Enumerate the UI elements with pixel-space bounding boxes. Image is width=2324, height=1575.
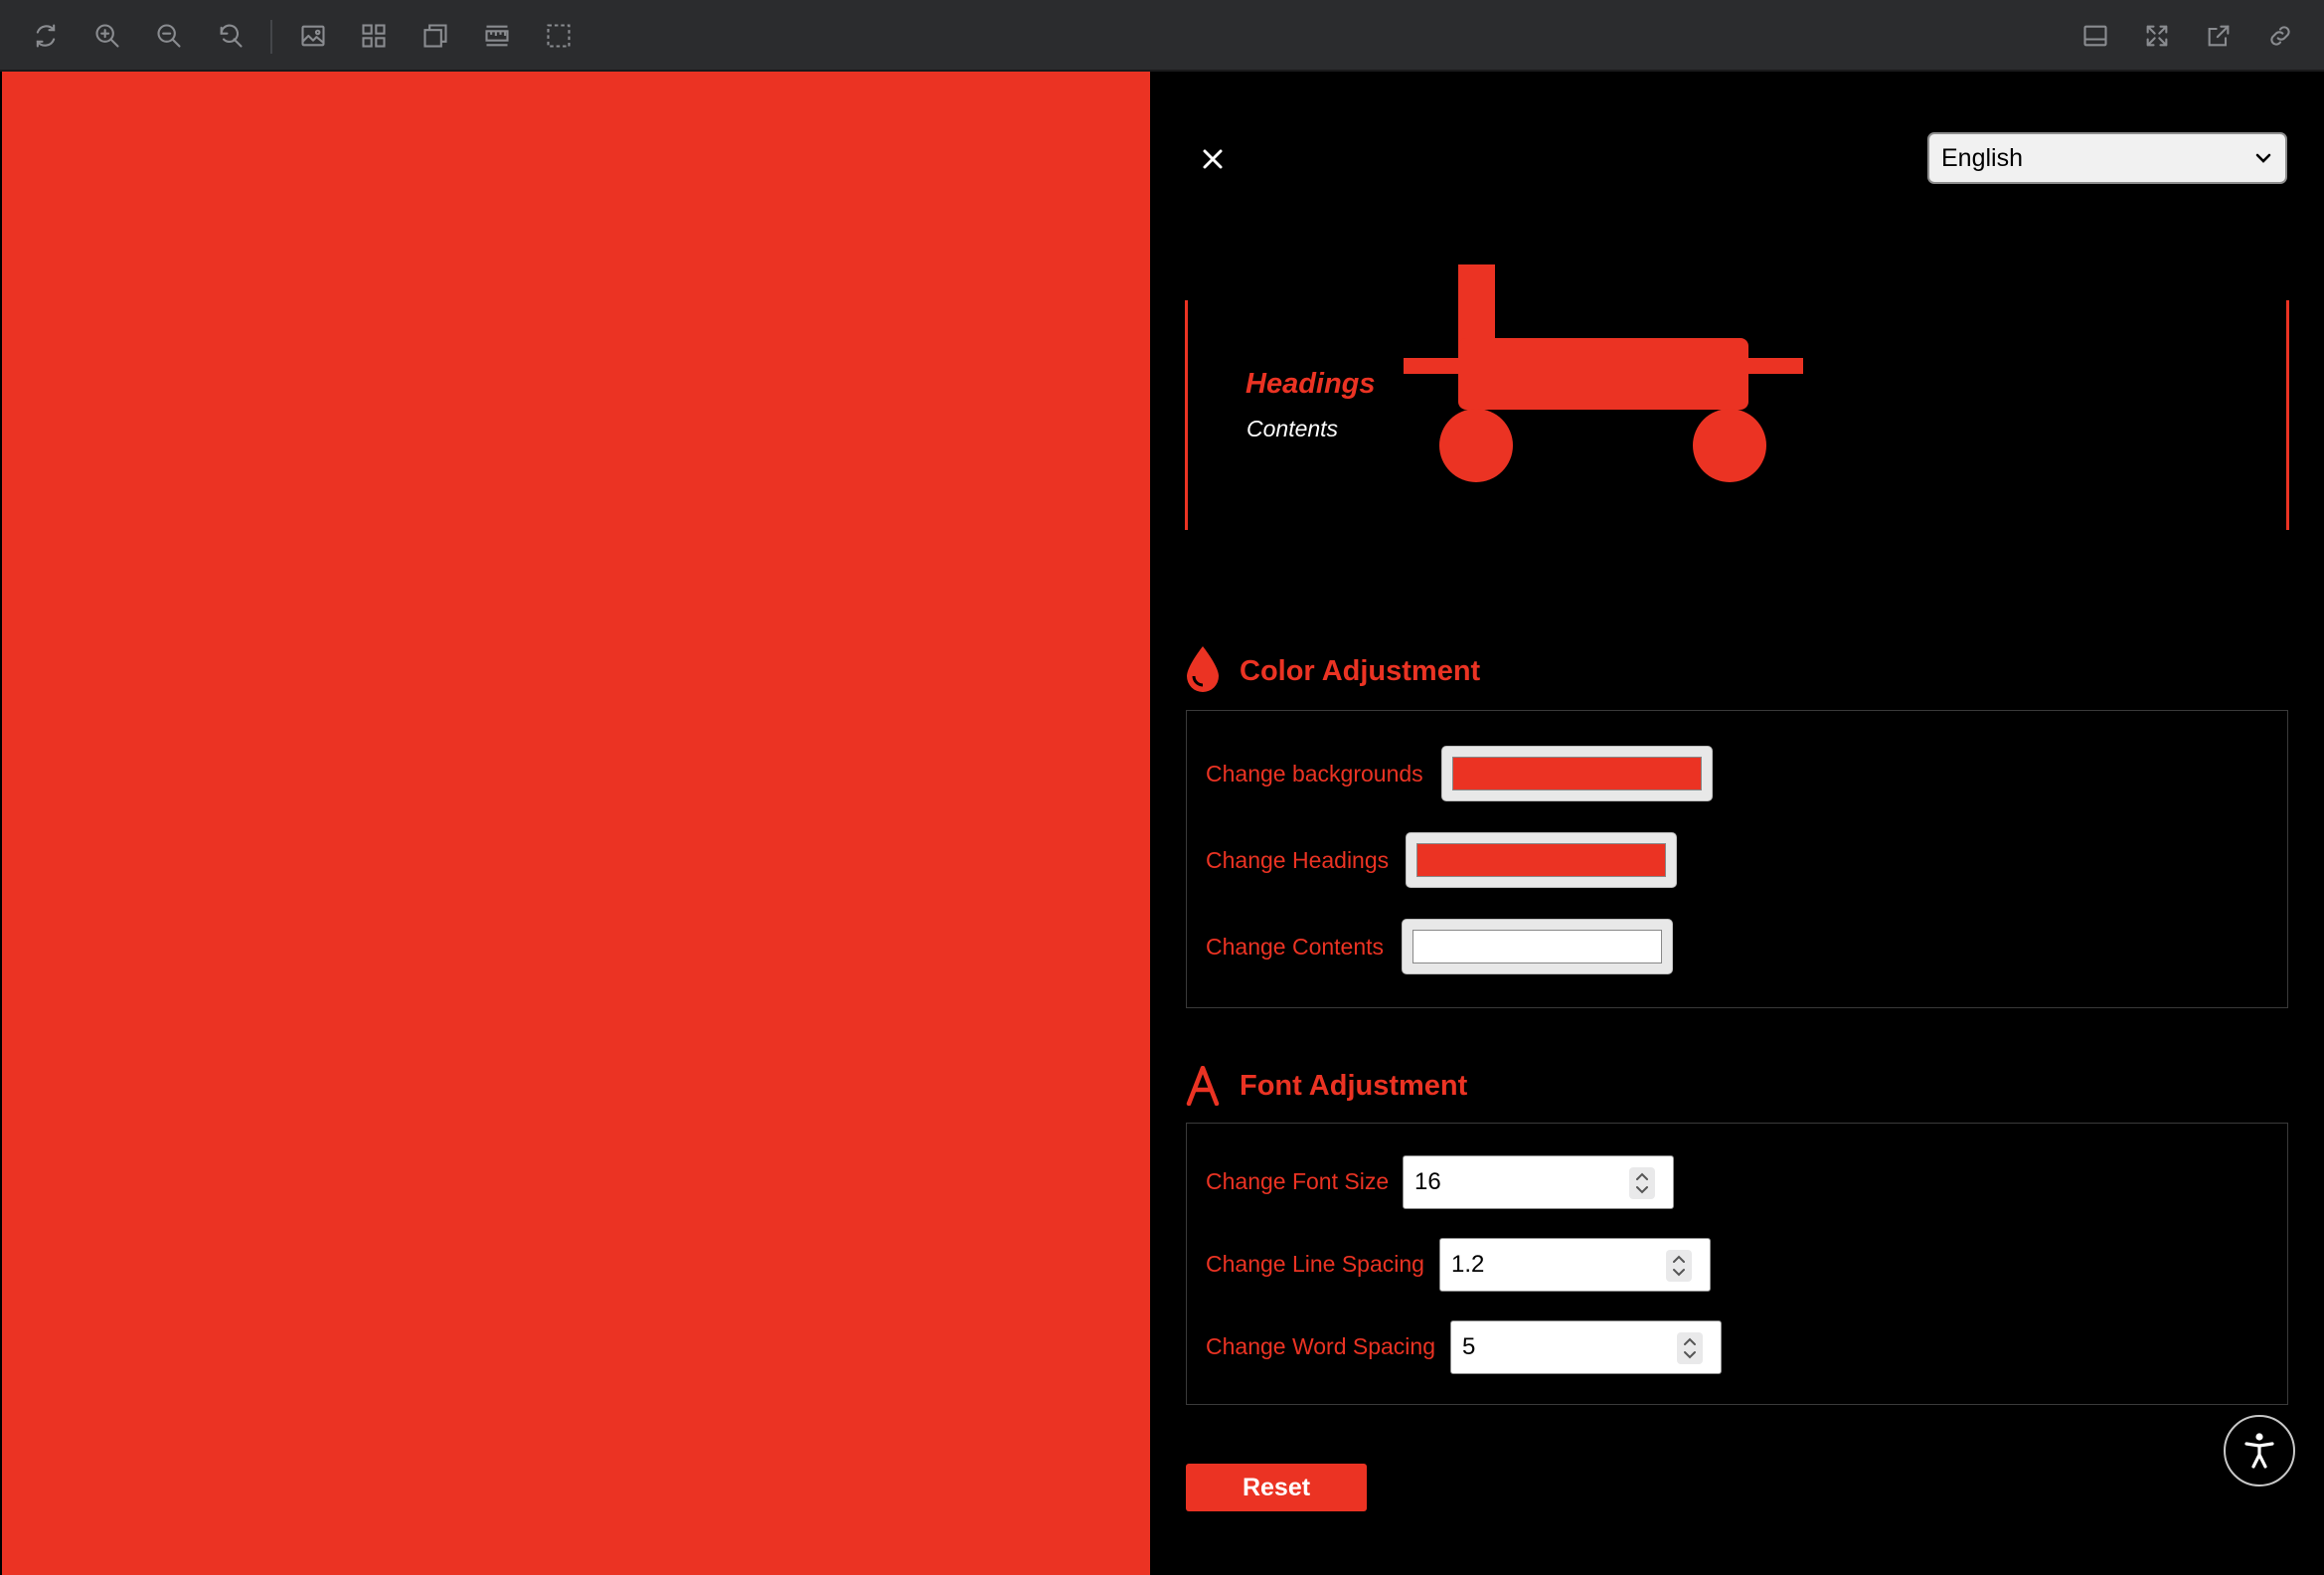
- word-spacing-label: Change Word Spacing: [1206, 1333, 1435, 1359]
- word-spacing-stepper[interactable]: [1677, 1332, 1703, 1364]
- preview-content: Contents: [1246, 416, 1339, 441]
- fullscreen-icon[interactable]: [2135, 14, 2179, 58]
- contents-color-picker[interactable]: [1402, 919, 1673, 974]
- close-icon[interactable]: [1195, 141, 1231, 177]
- select-area-icon[interactable]: [537, 14, 581, 58]
- preview-border-right: [2286, 300, 2289, 530]
- reset-button[interactable]: Reset: [1186, 1464, 1367, 1511]
- backgrounds-color-swatch: [1452, 757, 1702, 790]
- wagon-illustration: [1404, 264, 1803, 482]
- line-spacing-label: Change Line Spacing: [1206, 1251, 1424, 1277]
- headings-color-swatch: [1416, 843, 1666, 877]
- font-size-label: Change Font Size: [1206, 1168, 1390, 1194]
- accessibility-icon: [2244, 1433, 2274, 1469]
- line-spacing-input[interactable]: 1.2: [1439, 1238, 1711, 1292]
- language-selected-value: English: [1941, 143, 2023, 172]
- word-spacing-input[interactable]: 5: [1450, 1320, 1722, 1374]
- line-spacing-stepper[interactable]: [1666, 1250, 1692, 1282]
- zoom-out-icon[interactable]: [147, 14, 191, 58]
- preview-border-left: [1185, 300, 1188, 530]
- reset-zoom-icon[interactable]: [209, 14, 252, 58]
- font-adjustment-title: Font Adjustment: [1240, 1070, 1468, 1102]
- grid-icon[interactable]: [352, 14, 396, 58]
- font-adjustment-box: Change Font Size 16 Change Line Spacing …: [1186, 1123, 2288, 1405]
- open-external-icon[interactable]: [2197, 14, 2241, 58]
- chevron-down-icon: [2255, 153, 2271, 163]
- accessibility-toggle-button[interactable]: [2224, 1415, 2295, 1487]
- font-size-value: 16: [1414, 1168, 1441, 1195]
- contents-color-swatch: [1412, 930, 1662, 963]
- backgrounds-label: Change backgrounds: [1206, 761, 1423, 787]
- ruler-icon[interactable]: [475, 14, 519, 58]
- contents-label: Change Contents: [1206, 934, 1385, 960]
- language-select[interactable]: English: [1927, 132, 2287, 184]
- headings-label: Change Headings: [1206, 847, 1390, 873]
- link-icon[interactable]: [2258, 14, 2302, 58]
- color-adjustment-box: Change backgrounds Change Headings Chang…: [1186, 710, 2288, 1008]
- toolbar-separator: [270, 20, 272, 54]
- font-icon: [1186, 1066, 1220, 1106]
- word-spacing-value: 5: [1462, 1333, 1476, 1360]
- page-canvas: [2, 72, 1150, 1575]
- color-adjustment-title: Color Adjustment: [1240, 655, 1481, 687]
- preview-heading: Headings: [1245, 368, 1376, 400]
- zoom-in-icon[interactable]: [85, 14, 129, 58]
- panel-icon[interactable]: [2074, 14, 2117, 58]
- viewer-toolbar: [0, 0, 2324, 72]
- line-spacing-value: 1.2: [1451, 1251, 1485, 1278]
- rotate-icon[interactable]: [24, 14, 68, 58]
- image-icon[interactable]: [291, 14, 335, 58]
- droplet-icon: [1187, 646, 1219, 692]
- backgrounds-color-picker[interactable]: [1441, 746, 1713, 801]
- headings-color-picker[interactable]: [1406, 832, 1677, 888]
- layers-icon[interactable]: [414, 14, 457, 58]
- font-size-stepper[interactable]: [1629, 1167, 1655, 1199]
- font-size-input[interactable]: 16: [1403, 1155, 1674, 1209]
